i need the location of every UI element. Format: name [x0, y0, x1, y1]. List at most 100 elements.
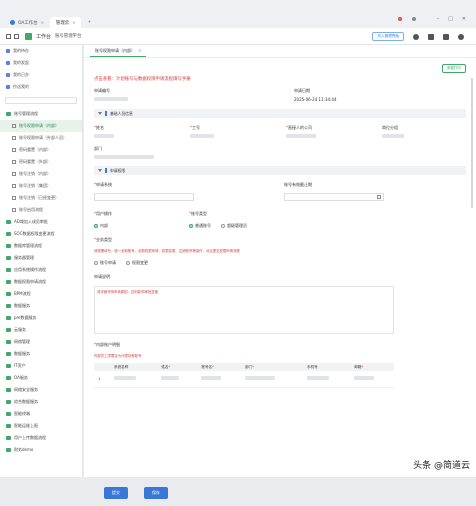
browser-tab-manage[interactable]: 管理云 ✕: [49, 17, 82, 28]
system-select[interactable]: [94, 193, 194, 201]
table-cell[interactable]: [157, 371, 198, 388]
section-bar: [105, 168, 107, 173]
avatar[interactable]: [458, 33, 464, 40]
sidebar-group-account[interactable]: 账号管理流程: [0, 108, 82, 120]
message-icon[interactable]: [428, 33, 434, 40]
sidebar-group-item[interactable]: 网络安全服务: [0, 384, 82, 396]
radio-change[interactable]: 权限变更: [126, 260, 148, 266]
app-icon[interactable]: [443, 33, 449, 40]
sidebar-search-input[interactable]: [5, 97, 77, 104]
sidebar-group-item[interactable]: OA服务: [0, 372, 82, 384]
close-icon[interactable]: ✕: [138, 48, 141, 53]
sidebar-group-item[interactable]: SOC数据权限变更流程: [0, 228, 82, 240]
section-basic[interactable]: 基础人员信息: [94, 109, 466, 118]
sidebar-item-cc[interactable]: 抄送我的: [0, 81, 82, 93]
reason-textarea[interactable]: 请详细写明申请原因，否则影响审批进度: [94, 286, 394, 334]
sidebar-sub-item[interactable]: 账号注销（已经变更）: [0, 192, 82, 204]
main-panel: 账号权限申请（内部） ✕ 流程打印 点击查看：计划账号与数据权限申请流程填写手册 …: [84, 45, 476, 499]
radio-apply[interactable]: 账号申请: [94, 260, 116, 266]
sidebar-sub-item[interactable]: 密码重置（内部）: [0, 144, 82, 156]
blurred-value: [286, 134, 316, 138]
section-request[interactable]: 申请权限: [94, 166, 466, 175]
sidebar-group-item[interactable]: 数据服务: [0, 348, 82, 360]
grid-icon[interactable]: [6, 33, 11, 39]
user-avatar-icon[interactable]: [398, 17, 402, 21]
app-subtitle[interactable]: 账号管理平台: [55, 33, 81, 39]
sidebar-label: 用户上传数据流程: [14, 435, 46, 440]
form-body: 流程打印 点击查看：计划账号与数据权限申请流程填写手册 申请编号 申请日期 20…: [84, 58, 476, 438]
sidebar-item-todo[interactable]: 我的待办: [0, 45, 82, 57]
table-cell[interactable]: [350, 371, 394, 388]
validity-date-input[interactable]: [284, 193, 384, 201]
new-tab-button[interactable]: +: [81, 17, 97, 28]
scrollbar[interactable]: [471, 78, 473, 208]
topbar-actions: 切入管理界面: [372, 32, 464, 41]
field-label: 申请编号: [94, 88, 110, 93]
sidebar-label: 服务器管理: [14, 255, 34, 260]
sidebar-group-item[interactable]: 智能终端: [0, 408, 82, 420]
sidebar-group-item[interactable]: BPM流程: [0, 288, 82, 300]
page-tab[interactable]: 账号权限申请（内部） ✕: [90, 46, 147, 57]
settings-icon[interactable]: [413, 33, 419, 40]
print-button[interactable]: 流程打印: [441, 64, 466, 73]
sidebar-sub-item[interactable]: 账号权限申请（内部）: [0, 120, 82, 132]
user-avatar-icon[interactable]: [412, 17, 416, 21]
sidebar-sub-item[interactable]: 账号注销（内部）: [0, 168, 82, 180]
dept-field: 部门: [94, 146, 466, 159]
form-notice-link[interactable]: 点击查看：计划账号与数据权限申请流程填写手册: [94, 76, 466, 82]
validity-field: 账号有效截止期: [284, 182, 384, 201]
sidebar-group-item[interactable]: pm数据服务: [0, 312, 82, 324]
field-label: 用户操作: [96, 211, 112, 216]
sidebar-group-item[interactable]: IT资产: [0, 360, 82, 372]
sidebar-label: AD域加入成员审批: [14, 219, 48, 224]
maximize-icon[interactable]: □: [448, 16, 453, 22]
radio-normal[interactable]: 普通账号: [189, 223, 211, 229]
app-title[interactable]: 工作台: [36, 33, 51, 40]
back-icon[interactable]: [14, 33, 19, 39]
sidebar-group-item[interactable]: 综合数据服务: [0, 396, 82, 408]
calendar-icon: [377, 195, 381, 199]
table-cell[interactable]: [197, 371, 242, 388]
sidebar-item-initiated[interactable]: 我的发起: [0, 57, 82, 69]
internal-accounts-field: *内部账户明细 内部员工须限定为代表持有账号: [94, 342, 466, 359]
close-window-icon[interactable]: ✕: [462, 16, 466, 22]
sidebar-label: 密码重置（外部）: [19, 159, 51, 164]
sidebar-group-item[interactable]: 数据服务: [0, 300, 82, 312]
sidebar-group-item[interactable]: 用户上传数据流程: [0, 432, 82, 444]
sidebar-item-done[interactable]: 我的已办: [0, 69, 82, 81]
table-row[interactable]: 1: [94, 371, 394, 388]
accounts-table: 系统名称 姓名* 账号名* 部门* 手机号 邮箱* 1: [94, 363, 394, 388]
table-cell[interactable]: [241, 371, 303, 388]
sidebar-group-item[interactable]: 数据权限申请流程: [0, 276, 82, 288]
tab-label: 管理云: [55, 20, 70, 26]
applicant-field: 申请编号: [94, 88, 294, 102]
sidebar-group-item[interactable]: 网络管理: [0, 336, 82, 348]
sidebar-group-item[interactable]: 应用系统操作流程: [0, 264, 82, 276]
sidebar-group-item[interactable]: 服务器管理: [0, 252, 82, 264]
save-button[interactable]: 保存: [144, 487, 168, 499]
radio-admin[interactable]: 超级管理员: [221, 223, 247, 229]
minimize-icon[interactable]: –: [437, 16, 440, 22]
sidebar-label: 数据服务: [14, 351, 30, 356]
radio-internal[interactable]: 内部: [94, 223, 108, 229]
sidebar-sub-item[interactable]: 账号注销（集团）: [0, 180, 82, 192]
switch-admin-button[interactable]: 切入管理界面: [372, 32, 404, 41]
sidebar-sub-item[interactable]: 密码重置（外部）: [0, 156, 82, 168]
sidebar-label: 我的已办: [13, 72, 29, 77]
sidebar-group-item[interactable]: 数据库管理流程: [0, 240, 82, 252]
sidebar-sub-item[interactable]: 账号权限申请（外部人员）: [0, 132, 82, 144]
radio-label: 超级管理员: [227, 223, 247, 228]
submit-button[interactable]: 提交: [104, 487, 128, 499]
field-label: 部门: [94, 146, 102, 151]
sidebar-sub-item[interactable]: 账号启用流程: [0, 204, 82, 216]
sidebar-group-item[interactable]: 智能运维上报: [0, 420, 82, 432]
browser-tab-oa[interactable]: OA工作台 ✕: [4, 17, 50, 28]
sidebar-group-item[interactable]: 财务demo: [0, 444, 82, 456]
field-label: 申请系统: [96, 182, 112, 187]
close-icon[interactable]: ✕: [41, 20, 44, 25]
close-icon[interactable]: ✕: [72, 20, 75, 25]
table-cell[interactable]: [302, 371, 351, 388]
sidebar-group-item[interactable]: 云服务: [0, 324, 82, 336]
table-cell[interactable]: [110, 371, 158, 388]
sidebar-group-item[interactable]: AD域加入成员审批: [0, 216, 82, 228]
